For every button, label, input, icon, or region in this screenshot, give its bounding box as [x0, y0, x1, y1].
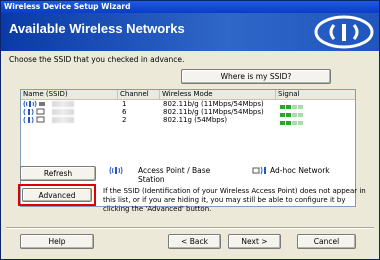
footer-divider — [6, 227, 374, 229]
table-row[interactable]: 6 802.11b/g (11Mbps/54Mbps) — [21, 108, 355, 117]
advanced-button[interactable]: Advanced — [22, 188, 92, 202]
page-title: Available Wireless Networks — [9, 21, 185, 36]
ad-hoc-legend-label: Ad-hoc Network — [270, 166, 330, 175]
header-banner: Available Wireless Networks — [1, 13, 379, 51]
instruction-text: Choose the SSID that you checked in adva… — [9, 55, 185, 64]
signal-strength-icon — [280, 117, 304, 125]
wizard-window: Wireless Device Setup Wizard Available W… — [0, 0, 380, 260]
column-header-channel[interactable]: Channel — [118, 90, 160, 99]
ad-hoc-legend-icon — [252, 166, 266, 175]
where-is-my-ssid-button[interactable]: Where is my SSID? — [181, 69, 331, 84]
table-row[interactable]: 1 802.11b/g (11Mbps/54Mbps) — [21, 100, 355, 109]
mode-cell: 802.11b/g (11Mbps/54Mbps) — [163, 100, 264, 108]
advanced-description: If the SSID (Identification of your Wire… — [103, 187, 366, 213]
access-point-legend-icon — [109, 166, 123, 175]
refresh-button[interactable]: Refresh — [20, 166, 96, 181]
next-button[interactable]: Next > — [228, 234, 281, 249]
cancel-button[interactable]: Cancel — [297, 234, 356, 249]
help-button[interactable]: Help — [20, 234, 94, 249]
window-title: Wireless Device Setup Wizard — [1, 1, 379, 13]
channel-cell: 1 — [122, 100, 127, 108]
column-header-name[interactable]: Name (SSID) — [21, 90, 118, 99]
ad-hoc-icon — [23, 108, 45, 116]
channel-cell: 6 — [122, 108, 127, 116]
table-header: Name (SSID) Channel Wireless Mode Signal — [21, 90, 355, 100]
access-point-legend-label: Access Point / Base Station — [138, 166, 211, 184]
ssid-name-redacted — [52, 101, 74, 107]
table-row[interactable]: 2 802.11g (54Mbps) — [21, 116, 355, 125]
signal-bar — [280, 121, 285, 125]
signal-bar — [298, 121, 303, 125]
access-point-icon — [23, 100, 45, 108]
column-header-mode[interactable]: Wireless Mode — [160, 90, 276, 99]
ssid-name-redacted — [52, 117, 74, 123]
mode-cell: 802.11b/g (11Mbps/54Mbps) — [163, 108, 264, 116]
wireless-logo-icon — [314, 15, 374, 49]
signal-bar — [286, 121, 291, 125]
ad-hoc-icon — [23, 116, 45, 124]
back-button[interactable]: < Back — [168, 234, 221, 249]
mode-cell: 802.11g (54Mbps) — [163, 116, 228, 124]
signal-bar — [292, 121, 297, 125]
channel-cell: 2 — [122, 116, 127, 124]
ssid-name-redacted — [52, 109, 74, 115]
column-header-signal[interactable]: Signal — [276, 90, 355, 99]
